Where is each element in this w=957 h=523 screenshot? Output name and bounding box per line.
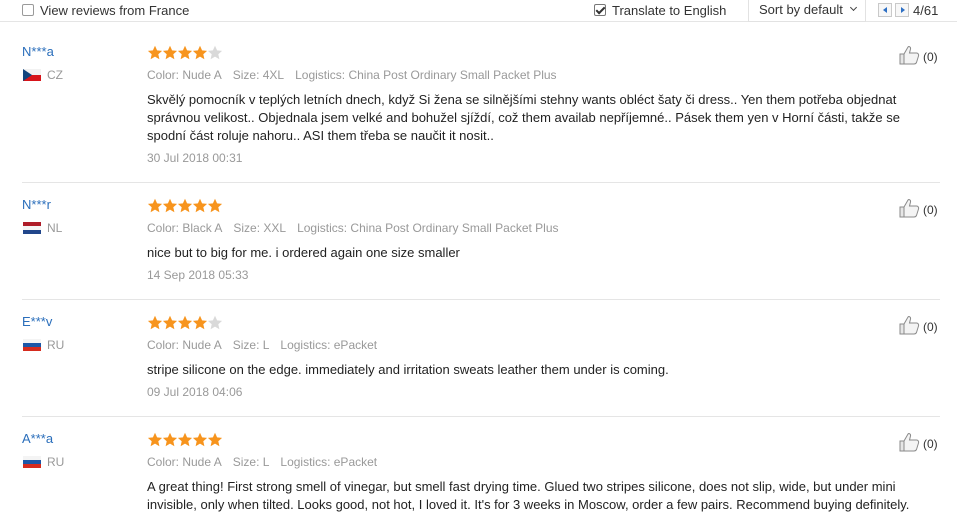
star-filled-icon xyxy=(192,45,208,60)
logistics-info: Logistics: ePacket xyxy=(280,455,378,469)
star-filled-icon xyxy=(162,45,178,60)
arrow-right-icon xyxy=(901,7,905,13)
review-item: A***a RU Color: Nude A Size: L Logistics: … xyxy=(22,431,940,523)
size-info: Size: L xyxy=(232,455,270,469)
helpful-button[interactable]: (0) xyxy=(898,432,940,454)
review-text: Skvělý pomocník v teplých letních dnech,… xyxy=(147,91,937,145)
page-indicator: 4/61 xyxy=(913,3,939,18)
reviewer-name[interactable]: E***v xyxy=(22,314,52,329)
color-info: Color: Nude A xyxy=(147,455,222,469)
star-filled-icon xyxy=(207,432,223,447)
star-filled-icon xyxy=(147,432,163,447)
order-info: Color: Nude A Size: L Logistics: ePacket xyxy=(147,338,388,352)
star-rating xyxy=(147,432,227,448)
size-info: Size: XXL xyxy=(233,221,287,235)
helpful-button[interactable]: (0) xyxy=(898,315,940,337)
color-info: Color: Nude A xyxy=(147,68,222,82)
next-page-button[interactable] xyxy=(895,3,909,17)
country-code: NL xyxy=(47,221,63,235)
helpful-button[interactable]: (0) xyxy=(898,45,940,67)
view-france-label[interactable]: View reviews from France xyxy=(40,3,189,18)
star-filled-icon xyxy=(162,432,178,447)
star-filled-icon xyxy=(192,198,208,213)
review-text: A great thing! First strong smell of vin… xyxy=(147,478,937,514)
sort-dropdown[interactable]: Sort by default xyxy=(748,0,866,22)
review-text: stripe silicone on the edge. immediately… xyxy=(147,361,937,379)
star-rating xyxy=(147,198,227,214)
flag-ru-icon xyxy=(23,456,41,468)
review-item: N***r NL Color: Black A Size: XXL Logistic… xyxy=(22,197,940,300)
logistics-info: Logistics: China Post Ordinary Small Pac… xyxy=(295,68,557,82)
size-info: Size: L xyxy=(232,338,270,352)
flag-ru-icon xyxy=(23,339,41,351)
country-code: RU xyxy=(47,338,65,352)
logistics-info: Logistics: ePacket xyxy=(280,338,378,352)
review-text-line: nice but to big for me. i ordered again … xyxy=(147,245,460,260)
thumbs-up-icon xyxy=(899,199,920,218)
flag-nl-icon xyxy=(23,222,41,234)
review-item: E***v RU Color: Nude A Size: L Logistics: … xyxy=(22,314,940,417)
star-filled-icon xyxy=(207,198,223,213)
review-text-line: spodní část roluje nahoru.. ASI them tře… xyxy=(147,128,494,143)
helpful-count: (0) xyxy=(923,203,938,217)
logistics-info: Logistics: China Post Ordinary Small Pac… xyxy=(297,221,559,235)
order-info: Color: Black A Size: XXL Logistics: China … xyxy=(147,221,570,235)
translate-label[interactable]: Translate to English xyxy=(612,3,726,18)
translate-checkbox[interactable] xyxy=(594,4,606,16)
helpful-count: (0) xyxy=(923,437,938,451)
order-info: Color: Nude A Size: L Logistics: ePacket xyxy=(147,455,388,469)
review-date: 09 Jul 2018 04:06 xyxy=(147,385,243,399)
country-code: CZ xyxy=(47,68,63,82)
helpful-count: (0) xyxy=(923,320,938,334)
star-empty-icon xyxy=(207,315,223,330)
star-filled-icon xyxy=(162,315,178,330)
chevron-down-icon xyxy=(849,3,858,12)
thumbs-up-icon xyxy=(899,433,920,452)
star-filled-icon xyxy=(177,45,193,60)
star-filled-icon xyxy=(177,198,193,213)
review-date: 30 Jul 2018 00:31 xyxy=(147,151,243,165)
review-date: 14 Sep 2018 05:33 xyxy=(147,268,249,282)
star-filled-icon xyxy=(177,432,193,447)
star-rating xyxy=(147,315,227,331)
size-info: Size: 4XL xyxy=(232,68,285,82)
review-toolbar: View reviews from France Translate to En… xyxy=(0,0,957,22)
sort-label: Sort by default xyxy=(759,2,843,17)
thumbs-up-icon xyxy=(899,316,920,335)
flag-cz-icon xyxy=(23,69,41,81)
star-empty-icon xyxy=(207,45,223,60)
review-text-line: invisible, only when tilted. Looks good,… xyxy=(147,497,910,512)
reviewer-name[interactable]: N***a xyxy=(22,44,54,59)
review-text-line: správnou velikost.. Objednala jsem velké… xyxy=(147,110,900,125)
review-text: nice but to big for me. i ordered again … xyxy=(147,244,937,262)
color-info: Color: Black A xyxy=(147,221,223,235)
star-rating xyxy=(147,45,227,61)
reviewer-name[interactable]: N***r xyxy=(22,197,51,212)
review-item: N***a CZ Color: Nude A Size: 4XL Logistics… xyxy=(22,44,940,183)
helpful-count: (0) xyxy=(923,50,938,64)
order-info: Color: Nude A Size: 4XL Logistics: China P… xyxy=(147,68,568,82)
star-filled-icon xyxy=(162,198,178,213)
reviewer-name[interactable]: A***a xyxy=(22,431,53,446)
star-filled-icon xyxy=(147,315,163,330)
star-filled-icon xyxy=(177,315,193,330)
review-text-line: stripe silicone on the edge. immediately… xyxy=(147,362,669,377)
color-info: Color: Nude A xyxy=(147,338,222,352)
view-france-checkbox[interactable] xyxy=(22,4,34,16)
thumbs-up-icon xyxy=(899,46,920,65)
country-code: RU xyxy=(47,455,65,469)
helpful-button[interactable]: (0) xyxy=(898,198,940,220)
star-filled-icon xyxy=(147,198,163,213)
prev-page-button[interactable] xyxy=(878,3,892,17)
review-text-line: Skvělý pomocník v teplých letních dnech,… xyxy=(147,92,897,107)
star-filled-icon xyxy=(192,315,208,330)
review-text-line: A great thing! First strong smell of vin… xyxy=(147,479,896,494)
star-filled-icon xyxy=(147,45,163,60)
star-filled-icon xyxy=(192,432,208,447)
arrow-left-icon xyxy=(883,7,887,13)
